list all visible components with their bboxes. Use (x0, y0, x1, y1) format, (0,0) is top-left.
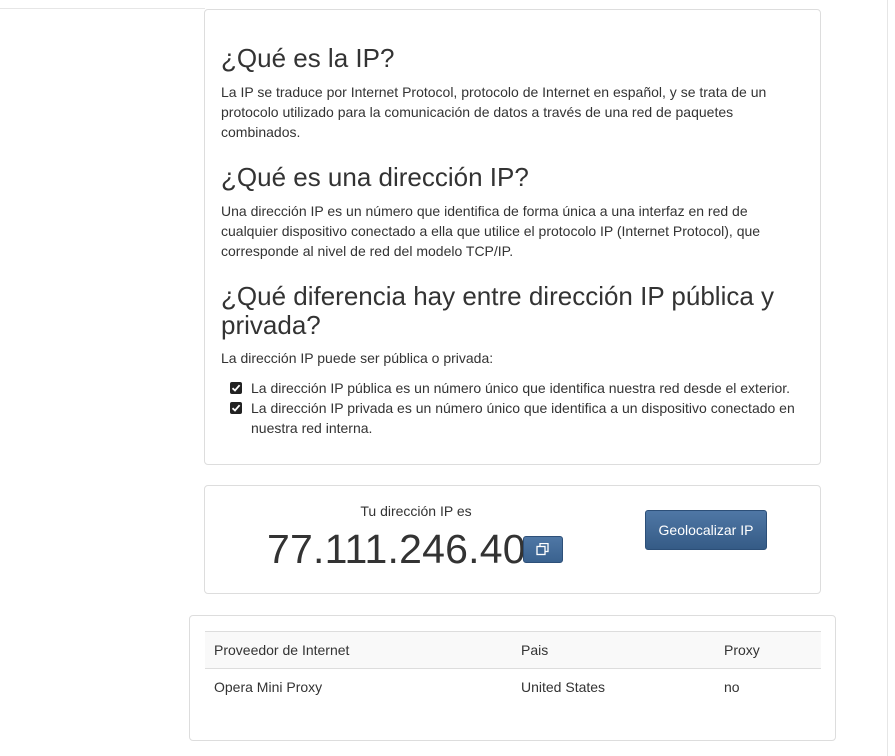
ip-panel: Tu dirección IP es 77.111.246.40 Geoloca… (204, 485, 821, 594)
checkbox-checked-icon (230, 402, 242, 414)
paragraph-what-is-ip-address: Una dirección IP es un número que identi… (221, 203, 761, 259)
isp-table: Proveedor de Internet Pais Proxy Opera M… (205, 631, 821, 705)
info-panel: ¿Qué es la IP? La IP se traduce por Inte… (204, 9, 821, 465)
heading-public-vs-private: ¿Qué diferencia hay entre dirección IP p… (221, 281, 775, 340)
table-row: Opera Mini Proxy United States no (205, 669, 821, 706)
list-item: La dirección IP privada es un número úni… (229, 398, 804, 438)
heading-what-is-ip: ¿Qué es la IP? (221, 43, 395, 73)
paragraph-what-is-ip: La IP se traduce por Internet Protocol, … (221, 84, 767, 140)
column-header-country: Pais (512, 631, 715, 669)
right-divider (887, 0, 888, 756)
ip-types-list: La dirección IP pública es un número úni… (229, 378, 804, 438)
list-item-text: La dirección IP privada es un número úni… (251, 400, 795, 436)
checkbox-checked-icon (230, 382, 242, 394)
column-header-proxy: Proxy (715, 631, 821, 669)
ip-address: 77.111.246.40 (267, 526, 526, 572)
list-item-text: La dirección IP pública es un número úni… (251, 380, 791, 396)
column-header-isp: Proveedor de Internet (205, 631, 512, 669)
cell-proxy: no (724, 679, 740, 695)
ip-label: Tu dirección IP es (360, 503, 472, 519)
geolocate-ip-button[interactable]: Geolocalizar IP (645, 510, 767, 550)
table-header-row: Proveedor de Internet Pais Proxy (205, 631, 821, 669)
isp-table-panel: Proveedor de Internet Pais Proxy Opera M… (189, 615, 836, 741)
copy-ip-button[interactable] (523, 536, 563, 563)
top-divider (0, 8, 205, 9)
copy-icon (536, 543, 549, 556)
list-item: La dirección IP pública es un número úni… (229, 378, 804, 398)
heading-what-is-ip-address: ¿Qué es una dirección IP? (221, 162, 529, 192)
cell-country: United States (521, 679, 606, 695)
paragraph-public-or-private: La dirección IP puede ser pública o priv… (221, 350, 494, 366)
cell-isp: Opera Mini Proxy (214, 679, 323, 695)
